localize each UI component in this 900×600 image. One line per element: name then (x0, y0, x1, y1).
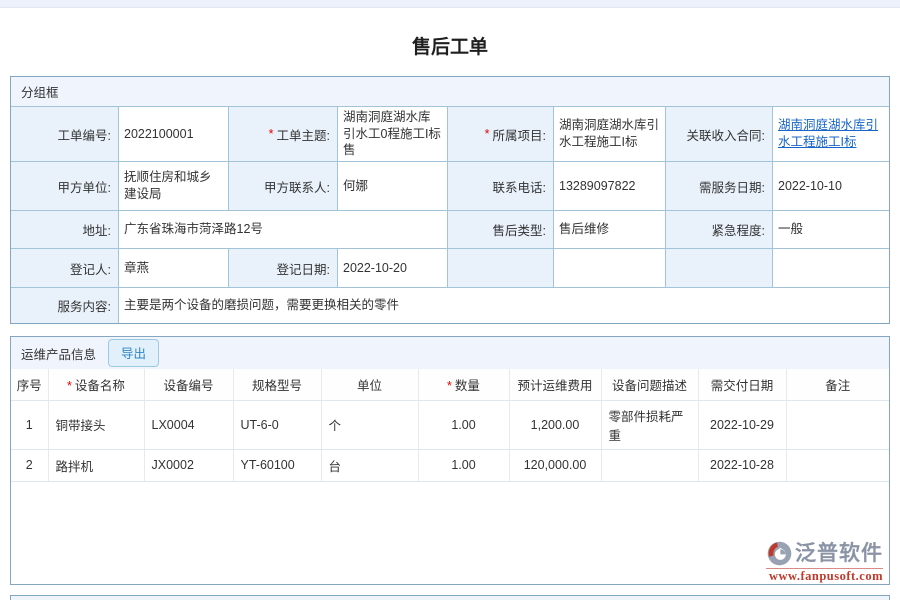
cell-seq: 1 (11, 400, 48, 449)
cell-seq: 2 (11, 449, 48, 481)
top-strip (0, 0, 900, 8)
cell-device-name: 路拌机 (48, 449, 144, 481)
cell-device-code: LX0004 (144, 400, 233, 449)
work-order-form: 工单编号: 2022100001 *工单主题: 湖南洞庭湖水库引水工0程施工I标… (11, 106, 889, 323)
field-value-registrant: 章燕 (119, 249, 228, 287)
cell-device-name: 铜带接头 (48, 400, 144, 449)
products-section-label: 运维产品信息 (21, 344, 96, 363)
page-title: 售后工单 (0, 32, 900, 59)
cell-note (786, 449, 889, 481)
col-header-model: 规格型号 (233, 369, 321, 400)
cell-issue: 零部件损耗严重 (601, 400, 698, 449)
cell-unit: 台 (321, 449, 418, 481)
field-label-subject: *工单主题: (229, 107, 337, 161)
group-box-header: 分组框 (11, 77, 889, 106)
cell-issue (601, 449, 698, 481)
required-marker: * (485, 127, 490, 141)
required-marker: * (447, 379, 452, 393)
watermark: 泛普软件 www.fanpusoft.com (766, 540, 883, 583)
required-marker: * (67, 379, 72, 393)
col-header-cost: 预计运维费用 (509, 369, 601, 400)
field-value-urgency: 一般 (773, 211, 889, 248)
group-box-panel: 分组框 工单编号: 2022100001 *工单主题: 湖南洞庭湖水库引水工0程… (10, 76, 890, 324)
field-label-aftersales-type: 售后类型: (448, 211, 553, 248)
watermark-url: www.fanpusoft.com (766, 568, 883, 583)
field-label-service-date: 需服务日期: (666, 162, 772, 210)
empty-label-cell (666, 249, 772, 287)
field-value-income-contract: 湖南洞庭湖水库引水工程施工I标 (773, 107, 889, 161)
fanpu-logo-icon (766, 540, 793, 567)
field-value-party-a-contact: 何娜 (338, 162, 447, 210)
col-header-seq: 序号 (11, 369, 48, 400)
field-label-urgency: 紧急程度: (666, 211, 772, 248)
products-header-row: 序号 *设备名称 设备编号 规格型号 单位 *数量 预计运维费用 设备问题描述 … (11, 369, 889, 400)
field-value-order-no: 2022100001 (119, 107, 228, 161)
field-label-register-date: 登记日期: (229, 249, 337, 287)
col-header-unit: 单位 (321, 369, 418, 400)
field-label-phone: 联系电话: (448, 162, 553, 210)
cell-cost: 120,000.00 (509, 449, 601, 481)
field-value-subject: 湖南洞庭湖水库引水工0程施工I标售 (338, 107, 447, 161)
col-header-due-date: 需交付日期 (698, 369, 786, 400)
export-button[interactable]: 导出 (108, 339, 159, 367)
field-value-project: 湖南洞庭湖水库引水工程施工I标 (554, 107, 665, 161)
required-marker: * (269, 127, 274, 141)
group-box-label: 分组框 (21, 82, 59, 101)
cell-device-code: JX0002 (144, 449, 233, 481)
watermark-brand: 泛普软件 (795, 543, 883, 564)
col-header-qty: *数量 (418, 369, 509, 400)
income-contract-link[interactable]: 湖南洞庭湖水库引水工程施工I标 (778, 117, 884, 151)
cell-qty: 1.00 (418, 400, 509, 449)
field-label-address: 地址: (11, 211, 118, 248)
cell-model: YT-60100 (233, 449, 321, 481)
table-row: 2 路拌机 JX0002 YT-60100 台 1.00 120,000.00 … (11, 449, 889, 481)
field-label-project: *所属项目: (448, 107, 553, 161)
field-label-party-a-contact: 甲方联系人: (229, 162, 337, 210)
field-label-order-no: 工单编号: (11, 107, 118, 161)
field-value-service-date: 2022-10-10 (773, 162, 889, 210)
cell-qty: 1.00 (418, 449, 509, 481)
field-value-register-date: 2022-10-20 (338, 249, 447, 287)
cell-unit: 个 (321, 400, 418, 449)
col-header-device-name: *设备名称 (48, 369, 144, 400)
empty-value-cell (773, 249, 889, 287)
table-row: 1 铜带接头 LX0004 UT-6-0 个 1.00 1,200.00 零部件… (11, 400, 889, 449)
products-panel: 运维产品信息 导出 序号 *设备名称 设备编号 规格型号 单位 *数量 预计运维… (10, 336, 890, 585)
products-table: 序号 *设备名称 设备编号 规格型号 单位 *数量 预计运维费用 设备问题描述 … (11, 369, 889, 482)
field-value-service-content: 主要是两个设备的磨损问题，需要更换相关的零件 (119, 288, 889, 323)
cell-due-date: 2022-10-29 (698, 400, 786, 449)
cell-note (786, 400, 889, 449)
empty-value-cell (554, 249, 665, 287)
field-label-income-contract: 关联收入合同: (666, 107, 772, 161)
cell-model: UT-6-0 (233, 400, 321, 449)
field-label-registrant: 登记人: (11, 249, 118, 287)
cell-cost: 1,200.00 (509, 400, 601, 449)
field-label-party-a-unit: 甲方单位: (11, 162, 118, 210)
field-label-service-content: 服务内容: (11, 288, 118, 323)
empty-label-cell (448, 249, 553, 287)
next-group-box-panel (10, 595, 890, 600)
field-value-address: 广东省珠海市菏泽路12号 (119, 211, 447, 248)
col-header-note: 备注 (786, 369, 889, 400)
products-header: 运维产品信息 导出 (11, 337, 889, 369)
col-header-device-code: 设备编号 (144, 369, 233, 400)
field-value-phone: 13289097822 (554, 162, 665, 210)
col-header-issue: 设备问题描述 (601, 369, 698, 400)
field-value-party-a-unit: 抚顺住房和城乡建设局 (119, 162, 228, 210)
cell-due-date: 2022-10-28 (698, 449, 786, 481)
field-value-aftersales-type: 售后维修 (554, 211, 665, 248)
